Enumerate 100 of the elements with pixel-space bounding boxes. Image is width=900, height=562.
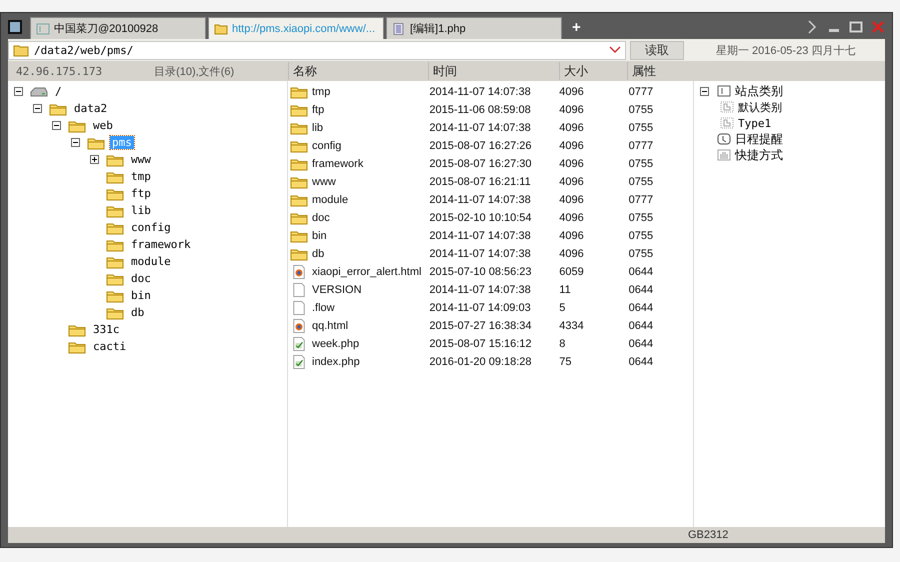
maximize-icon[interactable]	[849, 20, 863, 34]
file-name[interactable]: qq.html	[312, 320, 426, 332]
file-size: 4334	[558, 320, 585, 332]
file-mode: 0755	[628, 104, 654, 116]
file-size: 11	[558, 284, 572, 296]
file-name[interactable]: VERSION	[312, 284, 426, 296]
file-time: 2014-11-07 14:07:38	[428, 86, 532, 98]
file-mode: 0755	[628, 212, 654, 224]
folder-icon	[290, 157, 308, 171]
category-icon	[717, 85, 731, 97]
file-name[interactable]: tmp	[312, 86, 426, 98]
folder-icon	[290, 175, 308, 189]
new-tab-button[interactable]: +	[572, 19, 581, 36]
panel-icon[interactable]	[8, 20, 22, 34]
file-name[interactable]: xiaopi_error_alert.html	[312, 266, 426, 278]
folder-icon	[68, 118, 86, 132]
file-size: 4096	[558, 140, 585, 152]
file-time: 2016-01-20 09:18:28	[428, 356, 533, 368]
tree-item[interactable]: ftp	[129, 187, 153, 200]
tree-item[interactable]: framework	[129, 238, 193, 251]
file-size: 4096	[558, 212, 585, 224]
folder-icon	[290, 247, 308, 261]
tree-item[interactable]: lib	[129, 204, 153, 217]
file-time: 2015-08-07 16:27:30	[428, 158, 533, 170]
file-mode: 0755	[628, 248, 654, 260]
column-header[interactable]: 大小	[559, 62, 627, 80]
folder-icon	[106, 238, 124, 252]
file-size: 75	[558, 356, 573, 368]
file-size: 4096	[558, 158, 585, 170]
file-name[interactable]: lib	[312, 122, 426, 134]
window-icon	[36, 22, 50, 34]
folder-icon	[290, 121, 308, 135]
sidebar-item[interactable]: 默认类别	[738, 100, 782, 114]
tab[interactable]: 中国菜刀@20100928	[30, 17, 206, 39]
file-time: 2015-08-07 16:21:11	[428, 176, 532, 188]
file-name[interactable]: week.php	[312, 338, 426, 350]
folder-icon	[13, 43, 29, 57]
folder-icon	[49, 102, 67, 116]
tab[interactable]: [编辑]1.php	[386, 17, 562, 39]
page-icon	[720, 117, 734, 129]
collapse-icon[interactable]	[71, 138, 80, 147]
count-label: 目录(10),文件(6)	[154, 64, 234, 78]
file-name[interactable]: www	[312, 176, 426, 188]
expand-icon[interactable]	[90, 155, 99, 164]
tree-item[interactable]: www	[129, 153, 153, 166]
column-header[interactable]: 名称	[288, 62, 428, 80]
dropdown-icon[interactable]	[609, 46, 621, 54]
file-size: 8	[558, 338, 566, 350]
folder-icon	[106, 220, 124, 234]
file-name[interactable]: module	[312, 194, 426, 206]
folder-icon	[106, 186, 124, 200]
collapse-icon[interactable]	[33, 104, 42, 113]
file-mode: 0644	[628, 284, 654, 296]
sidebar-item[interactable]: 快捷方式	[735, 146, 783, 164]
tree-item[interactable]: tmp	[129, 170, 153, 183]
document-icon	[392, 22, 406, 34]
file-name[interactable]: framework	[312, 158, 426, 170]
path-field[interactable]: /data2/web/pms/	[8, 40, 626, 60]
sidebar-item[interactable]: 站点类别	[735, 82, 783, 100]
column-header[interactable]: 时间	[428, 62, 559, 80]
collapse-icon[interactable]	[700, 86, 709, 96]
file-name[interactable]: ftp	[312, 104, 426, 116]
date-label: 星期一 2016-05-23 四月十七	[716, 44, 856, 58]
file-time: 2014-11-07 14:07:38	[428, 230, 532, 242]
tree-item[interactable]: bin	[129, 289, 153, 302]
folder-icon	[68, 340, 86, 354]
collapse-icon[interactable]	[14, 87, 23, 96]
file-name[interactable]: config	[312, 140, 426, 152]
tree-item[interactable]: web	[91, 119, 115, 132]
file-time: 2015-07-27 16:38:34	[428, 320, 533, 332]
sidebar-item[interactable]: Type1	[738, 116, 772, 130]
tree-item[interactable]: config	[129, 221, 173, 234]
encoding-label: GB2312	[688, 529, 728, 541]
file-time: 2015-02-10 10:10:54	[428, 212, 533, 224]
tree-item[interactable]: /	[53, 85, 64, 98]
file-name[interactable]: index.php	[312, 356, 426, 368]
folder-icon	[87, 136, 105, 150]
file-mode: 0777	[628, 86, 654, 98]
tree-item[interactable]: doc	[129, 272, 153, 285]
file-size: 4096	[558, 86, 585, 98]
file-name[interactable]: db	[312, 248, 426, 260]
collapse-icon[interactable]	[52, 121, 61, 130]
tree-item[interactable]: module	[129, 255, 173, 268]
tree-item[interactable]: cacti	[91, 340, 128, 353]
file-name[interactable]: bin	[312, 230, 426, 242]
folder-icon	[290, 139, 308, 153]
file-mode: 0644	[628, 266, 654, 278]
file-name[interactable]: .flow	[312, 302, 426, 314]
file-name[interactable]: doc	[312, 212, 426, 224]
file-mode: 0777	[628, 140, 654, 152]
sidebar-item[interactable]: 日程提醒	[735, 130, 783, 148]
file-mode: 0644	[628, 356, 654, 368]
tree-item[interactable]: 331c	[91, 323, 122, 336]
column-header[interactable]: 属性	[627, 62, 694, 80]
tree-item[interactable]: db	[129, 306, 146, 319]
folder-icon	[106, 204, 124, 218]
tree-item[interactable]: data2	[72, 102, 110, 115]
file-time: 2014-11-07 14:07:38	[428, 248, 532, 260]
file-size: 4096	[558, 176, 585, 188]
read-button[interactable]: 读取	[630, 40, 684, 60]
